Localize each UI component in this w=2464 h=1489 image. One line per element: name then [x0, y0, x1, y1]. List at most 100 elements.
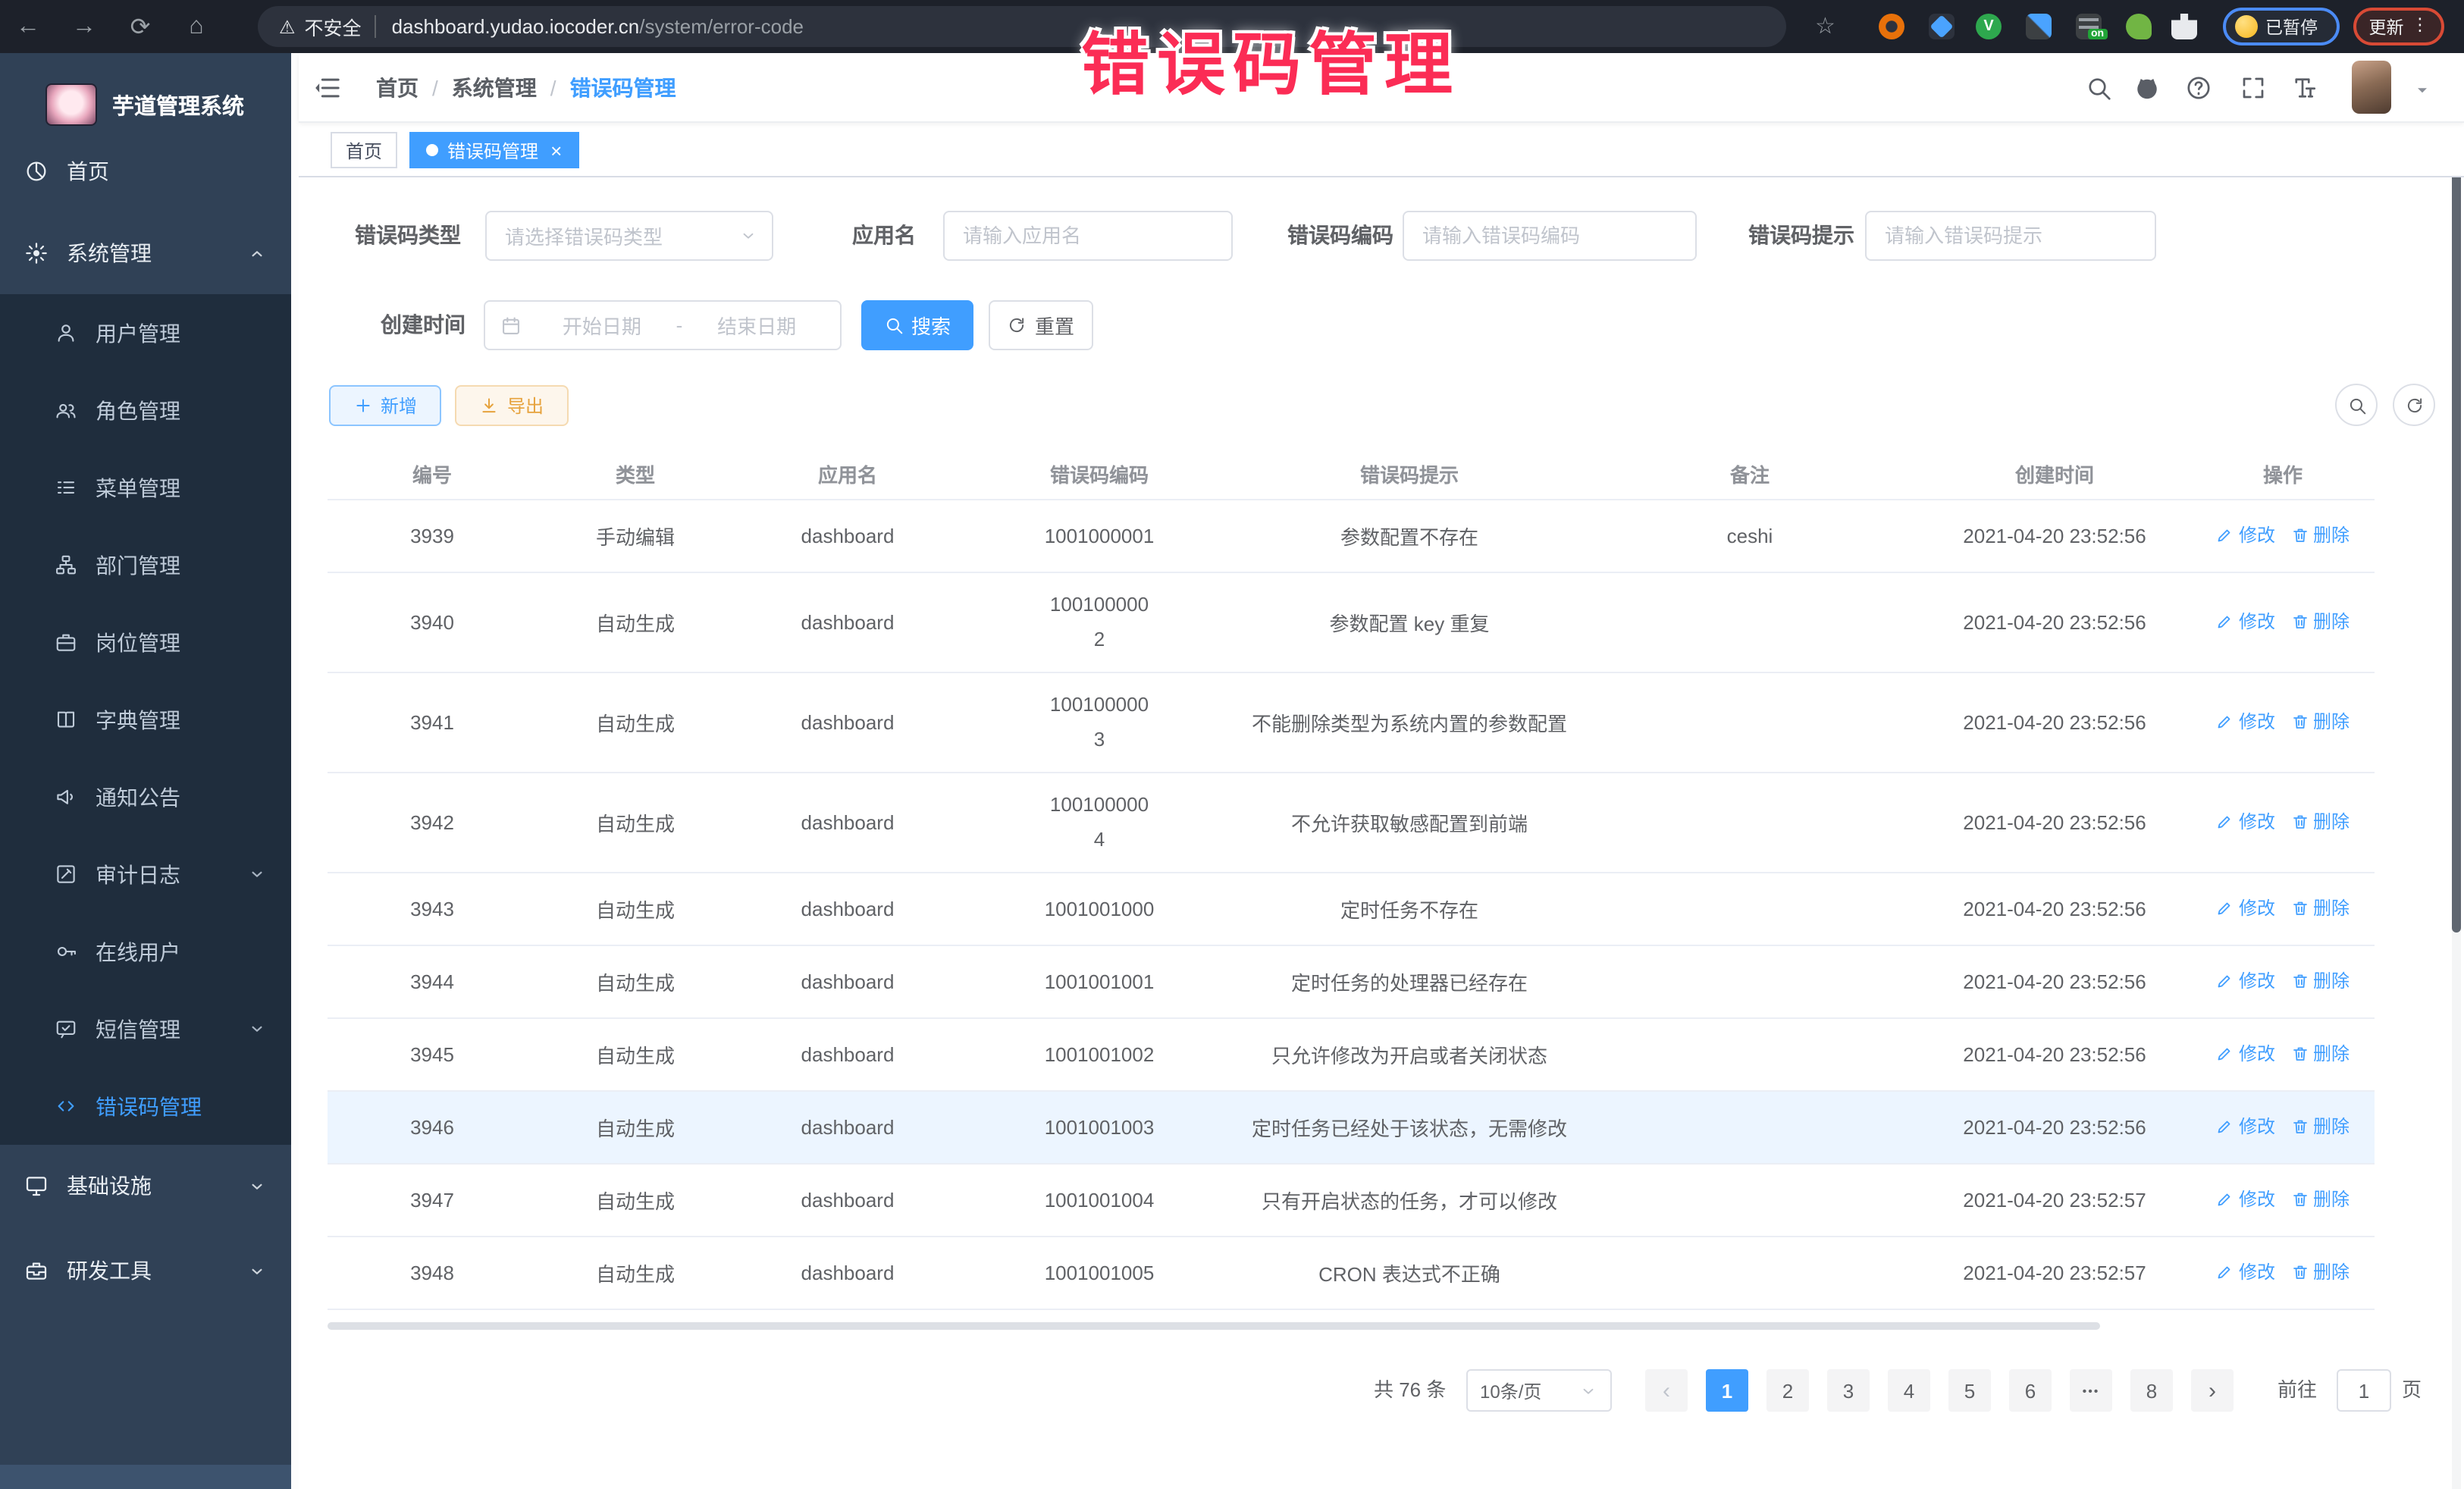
- sidebar-scrollbar[interactable]: [291, 53, 299, 1489]
- trash-icon: [2290, 526, 2309, 544]
- prev-page-button[interactable]: ‹: [1645, 1369, 1688, 1412]
- goto-label: 前往: [2277, 1369, 2317, 1412]
- chevron-down-icon: [247, 1261, 267, 1281]
- edit-link[interactable]: 修改: [2216, 609, 2275, 635]
- sidebar-item-10[interactable]: 在线用户: [0, 913, 291, 990]
- edit-link-label: 修改: [2239, 609, 2275, 635]
- delete-link[interactable]: 删除: [2290, 809, 2350, 835]
- delete-link[interactable]: 删除: [2290, 609, 2350, 635]
- show-search-toggle-button[interactable]: [2335, 384, 2378, 426]
- sidebar-item-3[interactable]: 角色管理: [0, 371, 291, 449]
- tab-error-code-active[interactable]: 错误码管理 ×: [409, 132, 578, 168]
- extension-icon-7[interactable]: [2171, 14, 2197, 39]
- delete-link[interactable]: 删除: [2290, 895, 2350, 921]
- add-button[interactable]: 新增: [329, 385, 441, 426]
- delete-link[interactable]: 删除: [2290, 522, 2350, 548]
- edit-link[interactable]: 修改: [2216, 809, 2275, 835]
- edit-link[interactable]: 修改: [2216, 1186, 2275, 1212]
- page-scrollbar-thumb[interactable]: [2452, 144, 2461, 933]
- code-icon: [55, 1095, 77, 1118]
- tree-icon: [55, 553, 77, 576]
- search-button[interactable]: 搜索: [861, 300, 973, 350]
- extension-icon-1[interactable]: [1879, 14, 1904, 39]
- help-icon[interactable]: [2185, 74, 2212, 102]
- page-button-5[interactable]: 5: [1948, 1369, 1991, 1412]
- page-button-6[interactable]: 6: [2009, 1369, 2052, 1412]
- sidebar-item-label: 系统管理: [67, 238, 152, 268]
- font-size-icon[interactable]: [2291, 74, 2318, 102]
- sidebar-item-13[interactable]: 基础设施: [0, 1145, 291, 1227]
- sidebar-item-4[interactable]: 菜单管理: [0, 449, 291, 526]
- github-icon[interactable]: [2133, 74, 2161, 102]
- edit-link[interactable]: 修改: [2216, 1041, 2275, 1067]
- profile-paused-label: 已暂停: [2265, 14, 2318, 39]
- edit-link[interactable]: 修改: [2216, 522, 2275, 548]
- breadcrumb-home[interactable]: 首页: [376, 73, 419, 103]
- users-icon: [55, 399, 77, 422]
- edit-link[interactable]: 修改: [2216, 895, 2275, 921]
- browser-back-icon[interactable]: ←: [0, 13, 56, 40]
- delete-link[interactable]: 删除: [2290, 1114, 2350, 1139]
- extension-icon-4[interactable]: [2026, 14, 2052, 39]
- delete-link[interactable]: 删除: [2290, 1186, 2350, 1212]
- page-button-2[interactable]: 2: [1766, 1369, 1809, 1412]
- delete-link[interactable]: 删除: [2290, 1041, 2350, 1067]
- delete-link[interactable]: 删除: [2290, 968, 2350, 994]
- sidebar-item-label: 通知公告: [96, 782, 180, 812]
- extension-icon-5[interactable]: on: [2076, 14, 2102, 39]
- cell-time: 2021-04-20 23:52:56: [1918, 945, 2191, 1017]
- edit-link[interactable]: 修改: [2216, 709, 2275, 735]
- sidebar-collapse-bar[interactable]: [0, 1465, 291, 1489]
- browser-reload-icon[interactable]: ⟳: [112, 11, 168, 42]
- hamburger-icon[interactable]: [312, 73, 343, 103]
- browser-update-button[interactable]: 更新 ⋮: [2353, 8, 2444, 45]
- extension-icon-6[interactable]: [2126, 14, 2152, 39]
- page-button-3[interactable]: 3: [1827, 1369, 1870, 1412]
- page-button-8[interactable]: 8: [2130, 1369, 2173, 1412]
- date-range-picker[interactable]: 开始日期 - 结束日期: [484, 300, 842, 350]
- trash-icon: [2290, 1190, 2309, 1208]
- sidebar-item-9[interactable]: 审计日志: [0, 835, 291, 913]
- edit-link[interactable]: 修改: [2216, 1114, 2275, 1139]
- table-horizontal-scrollbar[interactable]: [328, 1322, 2100, 1330]
- page-more-button[interactable]: •••: [2070, 1369, 2112, 1412]
- sidebar-item-11[interactable]: 短信管理: [0, 990, 291, 1067]
- pen-icon: [2216, 972, 2234, 990]
- goto-page-input[interactable]: [2337, 1369, 2391, 1412]
- profile-emoji-avatar: [2235, 15, 2258, 38]
- reset-button[interactable]: 重置: [989, 300, 1093, 350]
- address-bar[interactable]: ⚠ 不安全 dashboard.yudao.iocoder.cn /system…: [258, 6, 1786, 47]
- search-icon[interactable]: [2085, 74, 2112, 102]
- page-button-1[interactable]: 1: [1706, 1369, 1748, 1412]
- extension-icon-3[interactable]: V: [1976, 14, 2002, 39]
- tab-home[interactable]: 首页: [331, 132, 397, 168]
- sidebar-item-5[interactable]: 部门管理: [0, 526, 291, 603]
- sidebar-item-8[interactable]: 通知公告: [0, 758, 291, 835]
- sidebar-item-12[interactable]: 错误码管理: [0, 1067, 291, 1145]
- browser-home-icon[interactable]: ⌂: [168, 13, 224, 40]
- extension-icon-2[interactable]: [1929, 14, 1955, 39]
- page-size-select[interactable]: 10条/页: [1466, 1369, 1612, 1412]
- page-button-4[interactable]: 4: [1888, 1369, 1930, 1412]
- sidebar-item-0[interactable]: 首页: [0, 130, 291, 212]
- export-button[interactable]: 导出: [455, 385, 569, 426]
- delete-link[interactable]: 删除: [2290, 709, 2350, 735]
- edit-link[interactable]: 修改: [2216, 968, 2275, 994]
- next-page-button[interactable]: ›: [2191, 1369, 2234, 1412]
- sidebar-item-14[interactable]: 研发工具: [0, 1230, 291, 1312]
- user-avatar[interactable]: [2352, 61, 2391, 114]
- edit-link[interactable]: 修改: [2216, 1259, 2275, 1285]
- browser-profile-badge[interactable]: 已暂停: [2223, 8, 2340, 45]
- refresh-table-button[interactable]: [2393, 384, 2435, 426]
- breadcrumb-system[interactable]: 系统管理: [452, 73, 537, 103]
- close-icon[interactable]: ×: [550, 140, 562, 160]
- sidebar-item-7[interactable]: 字典管理: [0, 681, 291, 758]
- fullscreen-icon[interactable]: [2240, 74, 2267, 102]
- delete-link[interactable]: 删除: [2290, 1259, 2350, 1285]
- error-msg-input[interactable]: [1867, 212, 2155, 259]
- browser-forward-icon[interactable]: →: [56, 13, 112, 40]
- sidebar-item-6[interactable]: 岗位管理: [0, 603, 291, 681]
- cell-id: 3947: [328, 1163, 537, 1236]
- bookmark-star-icon[interactable]: ☆: [1815, 12, 1835, 39]
- chevron-down-icon[interactable]: [2412, 80, 2432, 100]
